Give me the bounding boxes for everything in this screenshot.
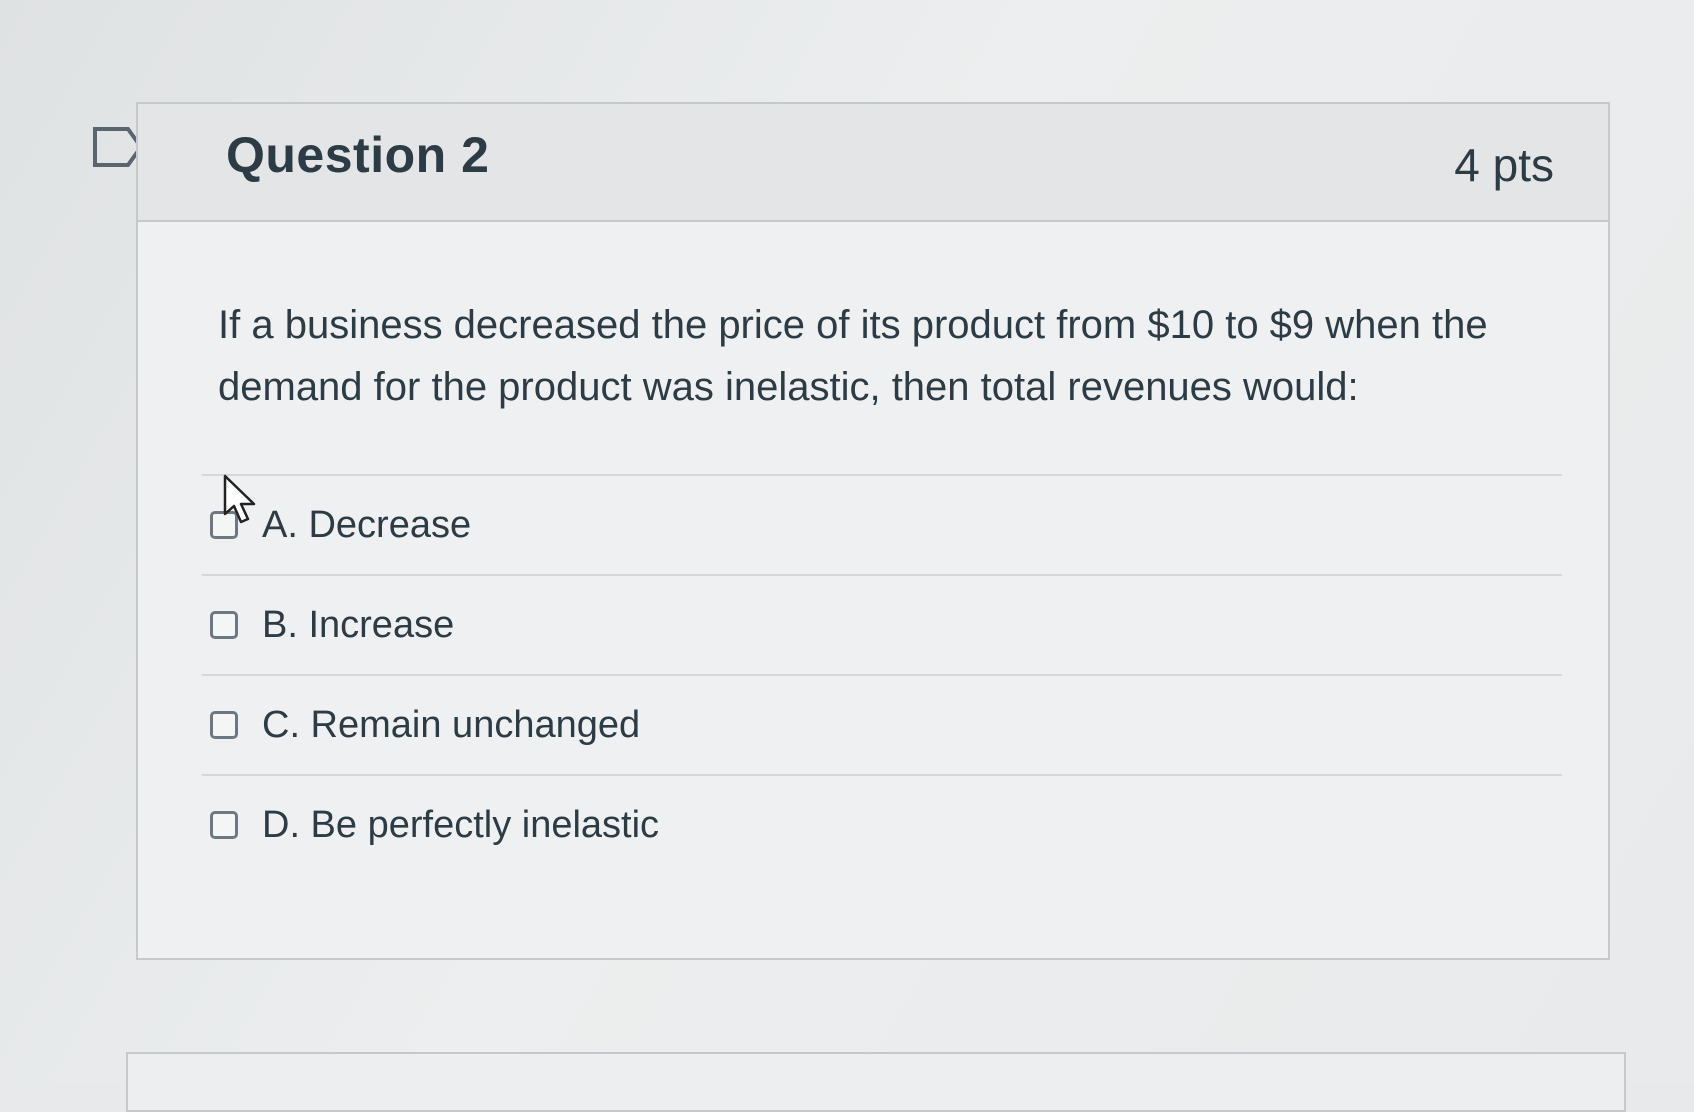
mouse-pointer-icon <box>223 474 256 524</box>
answer-label-b: B. Increase <box>262 603 455 646</box>
answer-checkbox-c[interactable] <box>210 711 238 739</box>
question-card: Question 2 4 pts If a business decreased… <box>136 102 1610 960</box>
question-text: If a business decreased the price of its… <box>218 303 1488 409</box>
answer-list: A. Decrease B. Increase C. Remain unchan… <box>202 474 1562 874</box>
quiz-page: Question 2 4 pts If a business decreased… <box>0 0 1694 1112</box>
next-question-card <box>126 1052 1626 1112</box>
answer-label-c: C. Remain unchanged <box>262 703 641 746</box>
answer-checkbox-b[interactable] <box>210 611 238 639</box>
question-header: Question 2 4 pts <box>138 104 1608 222</box>
answer-option-b[interactable]: B. Increase <box>202 574 1562 674</box>
question-title: Question 2 <box>226 127 490 183</box>
answer-checkbox-d[interactable] <box>210 811 238 839</box>
answer-option-c[interactable]: C. Remain unchanged <box>202 674 1562 774</box>
answer-label-a: A. Decrease <box>262 503 472 546</box>
answer-option-d[interactable]: D. Be perfectly inelastic <box>202 774 1562 874</box>
answer-label-d: D. Be perfectly inelastic <box>262 803 660 846</box>
answer-option-a[interactable]: A. Decrease <box>202 474 1562 574</box>
question-points: 4 pts <box>1454 139 1554 191</box>
